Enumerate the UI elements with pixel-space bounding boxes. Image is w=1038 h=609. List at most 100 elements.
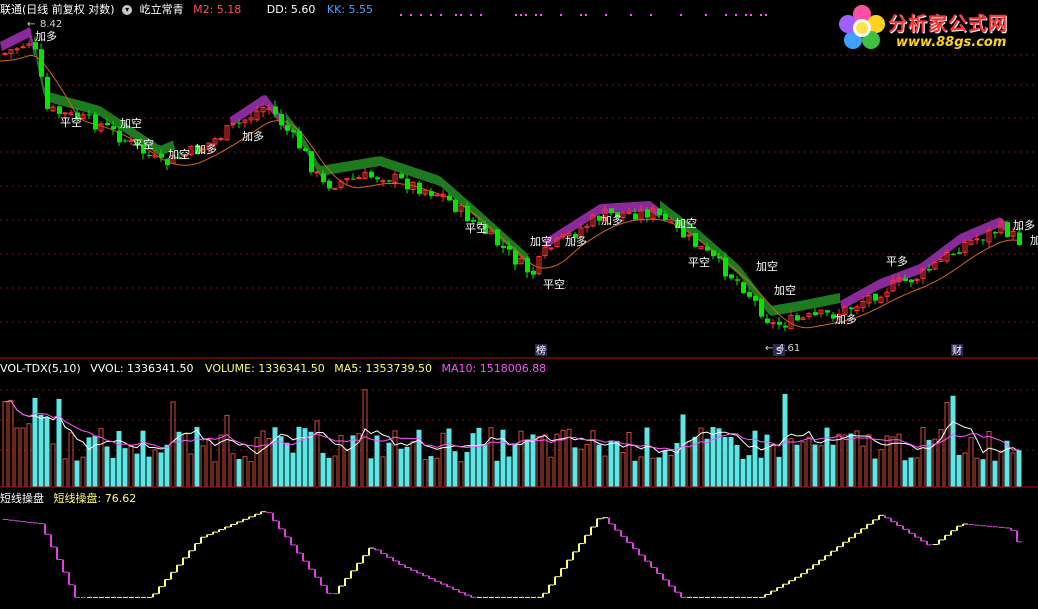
volume-bar	[380, 456, 386, 488]
volume-bar	[230, 453, 236, 488]
candle-down	[513, 250, 518, 265]
candle-down	[507, 245, 512, 250]
candle-up	[14, 48, 20, 51]
volume-bar	[92, 435, 98, 488]
volume-bar	[110, 457, 116, 488]
header-signal-dot	[535, 14, 537, 16]
volume-bar	[272, 427, 278, 488]
volume-bar	[896, 433, 902, 488]
volume-bar	[338, 435, 344, 488]
candle-down	[993, 232, 998, 234]
vol-indicator-name[interactable]: VOL-TDX(5,10)	[0, 362, 81, 375]
kk-value: KK: 5.55	[326, 3, 374, 16]
volume-bar	[152, 449, 158, 488]
volume-bar	[38, 414, 44, 488]
volume-bar	[518, 430, 524, 488]
candle-down	[453, 199, 458, 212]
candle-down	[159, 153, 164, 158]
volume-bar	[1016, 450, 1022, 488]
oscillator-panel	[2, 511, 1022, 598]
candle-up	[332, 187, 338, 190]
candle-down	[951, 253, 956, 255]
candle-down	[759, 298, 764, 317]
volume-bar	[188, 453, 194, 488]
event-tag: 榜	[536, 344, 546, 357]
indicator-name[interactable]: 屹立常青	[140, 3, 184, 16]
candle-down	[783, 325, 788, 328]
volume-bar	[146, 456, 152, 488]
event-tag: 财	[952, 344, 962, 357]
candle-down	[291, 130, 296, 133]
volume-bar	[650, 457, 656, 488]
volume-bar	[410, 441, 416, 488]
volume-value: VOLUME: 1336341.50	[205, 362, 325, 375]
volume-bar	[56, 398, 62, 488]
volume-bar	[242, 456, 248, 488]
header-signal-dot	[585, 14, 587, 16]
volume-bar	[170, 401, 176, 488]
signal-marker-label: 加空	[675, 216, 697, 230]
candle-down	[303, 148, 308, 152]
header-signal-dot	[400, 14, 402, 16]
volume-bar	[770, 444, 776, 488]
volume-bar	[326, 457, 332, 488]
volume-bar	[578, 448, 584, 488]
high-price-arrow: ←	[27, 19, 35, 30]
dd-value: DD: 5.60	[266, 3, 316, 16]
candle-down	[297, 130, 302, 149]
candle-up	[314, 171, 320, 174]
header-signal-dot	[750, 14, 752, 16]
volume-bar	[800, 441, 806, 488]
signal-marker-label: 加空	[120, 116, 142, 130]
volume-bar	[884, 435, 890, 488]
volume-bar	[644, 427, 650, 488]
volume-bar	[818, 445, 824, 488]
candle-down	[105, 122, 110, 126]
volume-bar	[464, 451, 470, 488]
volume-bar	[680, 414, 686, 488]
volume-bar	[998, 450, 1004, 488]
volume-bar	[722, 436, 728, 488]
candle-down	[375, 177, 380, 180]
candle-down	[351, 178, 356, 180]
osc-indicator-name[interactable]: 短线操盘	[0, 492, 44, 505]
main-header: 联通(日线 前复权 对数) ▾ 屹立常青 M2: 5.18 DD: 5.60 K…	[0, 1, 373, 17]
volume-bar	[788, 438, 794, 488]
volume-bar	[698, 427, 704, 488]
candle-down	[279, 114, 284, 126]
candle-down	[735, 279, 740, 281]
header-signal-dot	[515, 14, 517, 16]
candle-down	[633, 213, 638, 220]
candle-down	[39, 49, 44, 77]
dropdown-icon[interactable]: ▾	[122, 5, 133, 15]
chart-title[interactable]: 联通(日线 前复权 对数)	[0, 3, 115, 16]
signal-marker-label: 加空	[756, 259, 778, 273]
signal-dots-row	[400, 14, 767, 16]
signal-marker-label: 平空	[132, 137, 154, 151]
volume-bar	[734, 444, 740, 488]
candle-down	[663, 213, 668, 221]
volume-bar	[374, 435, 380, 488]
volume-bar	[290, 452, 296, 488]
signal-marker-label: 平空	[543, 277, 565, 291]
volume-bar	[656, 457, 662, 488]
volume-bar	[632, 460, 638, 488]
candle-down	[729, 274, 734, 279]
volume-bar	[506, 456, 512, 488]
candle-down	[645, 209, 650, 218]
candle-down	[723, 257, 728, 277]
volume-bar	[758, 457, 764, 488]
volume-bar	[944, 402, 950, 488]
volume-bar	[320, 452, 326, 488]
candle-down	[399, 173, 404, 179]
candle-down	[429, 191, 434, 196]
candle-down	[705, 246, 710, 251]
volume-panel	[2, 389, 1022, 488]
volume-bar	[596, 444, 602, 488]
candle-down	[327, 180, 332, 189]
volume-bar	[902, 460, 908, 488]
volume-bar	[710, 427, 716, 488]
candle-down	[1017, 232, 1022, 245]
volume-bar	[368, 458, 374, 488]
candle-down	[447, 195, 452, 201]
